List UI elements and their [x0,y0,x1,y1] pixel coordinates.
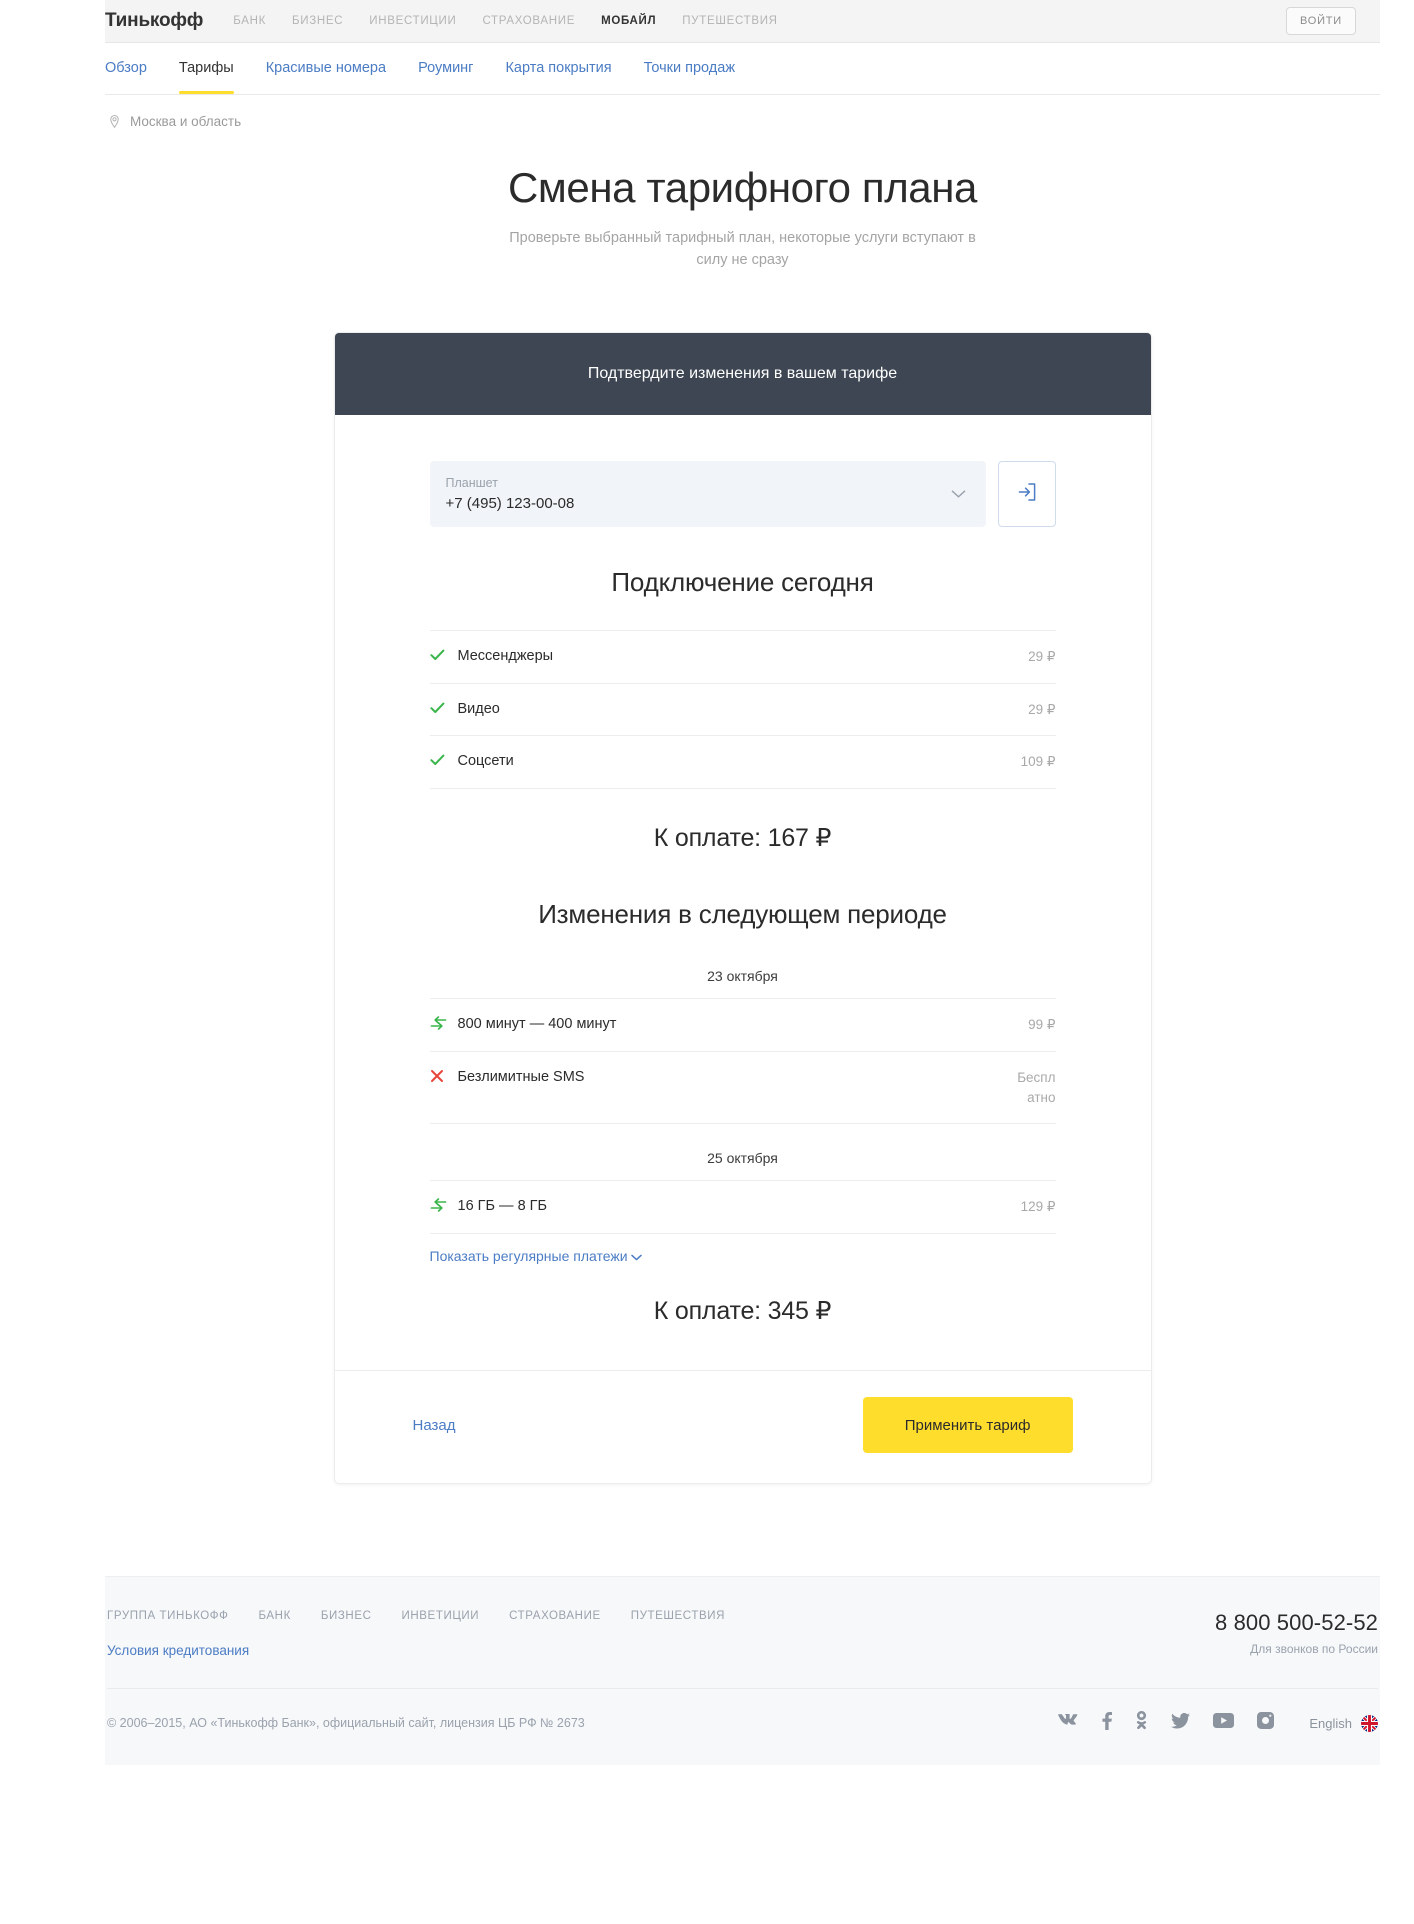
table-row: Мессенджеры 29 ₽ [429,631,1056,684]
service-name: 800 минут — 400 минут [457,1015,617,1032]
apply-tariff-button[interactable]: Применить тариф [862,1397,1073,1454]
service-name: 16 ГБ — 8 ГБ [457,1198,548,1215]
show-regular-payments-toggle[interactable]: Показать регулярные платежи [430,1248,642,1264]
table-row: Видео 29 ₽ [429,684,1056,737]
page-subtitle: Проверьте выбранный тарифный план, некот… [509,230,976,269]
phone-go-button[interactable] [997,460,1056,528]
service-price: 29 ₽ [1028,701,1056,717]
footer-phone-block: 8 800 500-52-52 Для звонков по России [1215,1610,1378,1656]
next-period-section-title: Изменения в следующем периоде [538,898,947,929]
youtube-icon[interactable] [1213,1713,1235,1733]
language-switcher[interactable]: English [1309,1714,1378,1732]
footer-link-bank[interactable]: БАНК [259,1610,291,1622]
global-nav-item-insurance[interactable]: СТРАХОВАНИЕ [482,15,575,27]
section-nav-item-overview[interactable]: Обзор [105,44,147,93]
brand-logo[interactable]: Тинькофф [105,10,203,32]
cross-icon [430,1068,458,1088]
footer-link-business[interactable]: БИЗНЕС [321,1610,372,1622]
footer-link-travel[interactable]: ПУТЕШЕСТВИЯ [631,1610,725,1622]
service-price: 29 ₽ [1028,649,1056,665]
page-frame: Тинькофф БАНК БИЗНЕС ИНВЕСТИЦИИ СТРАХОВА… [105,0,1380,1924]
chevron-down-icon [630,1248,642,1264]
card-header: Подтвердите изменения в вашем тарифе [334,332,1151,415]
tariff-confirm-card: Подтвердите изменения в вашем тарифе Пла… [333,331,1152,1485]
service-price: 109 ₽ [1020,754,1056,770]
page-root: Тинькофф БАНК БИЗНЕС ИНВЕСТИЦИИ СТРАХОВА… [0,0,1414,1924]
service-name: Безлимитные SMS [457,1068,585,1085]
footer-link-insurance[interactable]: СТРАХОВАНИЕ [509,1610,601,1622]
page-footer: ГРУППА ТИНЬКОФФ БАНК БИЗНЕС ИНВЕТИЦИИ СТ… [105,1576,1380,1766]
footer-credit-terms-link[interactable]: Условия кредитования [107,1643,249,1658]
table-row: 16 ГБ — 8 ГБ 129 ₽ [429,1181,1056,1235]
card-header-title: Подтвердите изменения в вашем тарифе [587,364,898,382]
global-nav-item-travel[interactable]: ПУТЕШЕСТВИЯ [682,15,777,27]
footer-link-investments[interactable]: ИНВЕТИЦИИ [402,1610,480,1622]
copyright-text: © 2006–2015, АО «Тинькофф Банк», официал… [107,1716,585,1731]
location-selector[interactable]: Москва и область [105,95,1380,129]
section-nav: Обзор Тарифы Красивые номера Роуминг Кар… [105,43,1380,95]
service-name: Видео [457,700,500,717]
uk-flag-icon [1361,1714,1378,1732]
global-nav-item-investments[interactable]: ИНВЕСТИЦИИ [369,15,456,27]
group-date-label: 25 октября [707,1150,778,1167]
back-button[interactable]: Назад [413,1417,456,1434]
service-name: Соцсети [457,753,514,770]
service-price: Бесплатно [1017,1069,1056,1105]
phone-select[interactable]: Планшет +7 (495) 123-00-08 [429,460,986,528]
location-label: Москва и область [130,114,242,129]
footer-links: ГРУППА ТИНЬКОФФ БАНК БИЗНЕС ИНВЕТИЦИИ СТ… [107,1610,725,1622]
footer-phone-number[interactable]: 8 800 500-52-52 [1215,1610,1378,1636]
twitter-icon[interactable] [1171,1712,1191,1734]
global-nav: БАНК БИЗНЕС ИНВЕСТИЦИИ СТРАХОВАНИЕ МОБАЙ… [233,15,1286,27]
login-arrow-icon [1016,481,1038,508]
service-price: 129 ₽ [1020,1199,1056,1215]
exchange-icon [430,1015,458,1035]
social-links: English [1058,1711,1378,1735]
group-date-label: 23 октября [707,967,778,984]
vk-icon[interactable] [1058,1713,1079,1733]
section-nav-item-numbers[interactable]: Красивые номера [266,44,386,93]
phone-select-label: Планшет [445,475,498,490]
card-body: Планшет +7 (495) 123-00-08 Подключение с… [335,415,1151,1370]
check-icon [429,647,458,666]
section-nav-item-stores[interactable]: Точки продаж [644,44,735,93]
global-nav-item-mobile[interactable]: МОБАЙЛ [601,15,656,27]
service-name: Мессенджеры [457,648,554,665]
language-label: English [1309,1715,1352,1731]
today-total: К оплате: 167 ₽ [653,823,832,852]
facebook-icon[interactable] [1102,1711,1113,1735]
footer-phone-note: Для звонков по России [1250,1642,1378,1657]
next-period-list-1: 800 минут — 400 минут 99 ₽ Безлимитные S… [429,997,1056,1125]
check-icon [429,752,458,771]
global-nav-item-bank[interactable]: БАНК [233,15,266,27]
phone-selector-row: Планшет +7 (495) 123-00-08 [429,460,1056,528]
login-button[interactable]: ВОЙТИ [1285,7,1356,35]
next-period-total: К оплате: 345 ₽ [653,1297,832,1326]
table-row: Безлимитные SMS Бесплатно [429,1052,1056,1125]
footer-link-group[interactable]: ГРУППА ТИНЬКОФФ [107,1610,229,1622]
odnoklassniki-icon[interactable] [1135,1711,1148,1735]
global-nav-item-business[interactable]: БИЗНЕС [292,15,343,27]
today-list: Мессенджеры 29 ₽ Видео 29 ₽ Соцсети 109 … [429,630,1056,789]
check-icon [429,700,458,719]
instagram-icon[interactable] [1257,1712,1275,1734]
card-footer: Назад Применить тариф [334,1370,1151,1483]
service-price: 99 ₽ [1028,1016,1056,1032]
section-nav-item-coverage[interactable]: Карта покрытия [505,44,611,93]
today-section-title: Подключение сегодня [611,567,874,598]
page-title: Смена тарифного плана [507,164,978,211]
next-period-list-2: 16 ГБ — 8 ГБ 129 ₽ [429,1180,1056,1235]
hero: Смена тарифного плана Проверьте выбранны… [105,129,1380,272]
phone-select-value: +7 (495) 123-00-08 [445,494,575,512]
section-nav-item-tariffs[interactable]: Тарифы [178,44,234,94]
table-row: 800 минут — 400 минут 99 ₽ [429,999,1056,1052]
map-pin-icon [107,114,122,129]
global-header: Тинькофф БАНК БИЗНЕС ИНВЕСТИЦИИ СТРАХОВА… [105,0,1380,43]
table-row: Соцсети 109 ₽ [429,736,1056,789]
section-nav-item-roaming[interactable]: Роуминг [418,44,473,93]
exchange-icon [430,1197,458,1217]
show-regular-payments-label: Показать регулярные платежи [429,1248,628,1265]
